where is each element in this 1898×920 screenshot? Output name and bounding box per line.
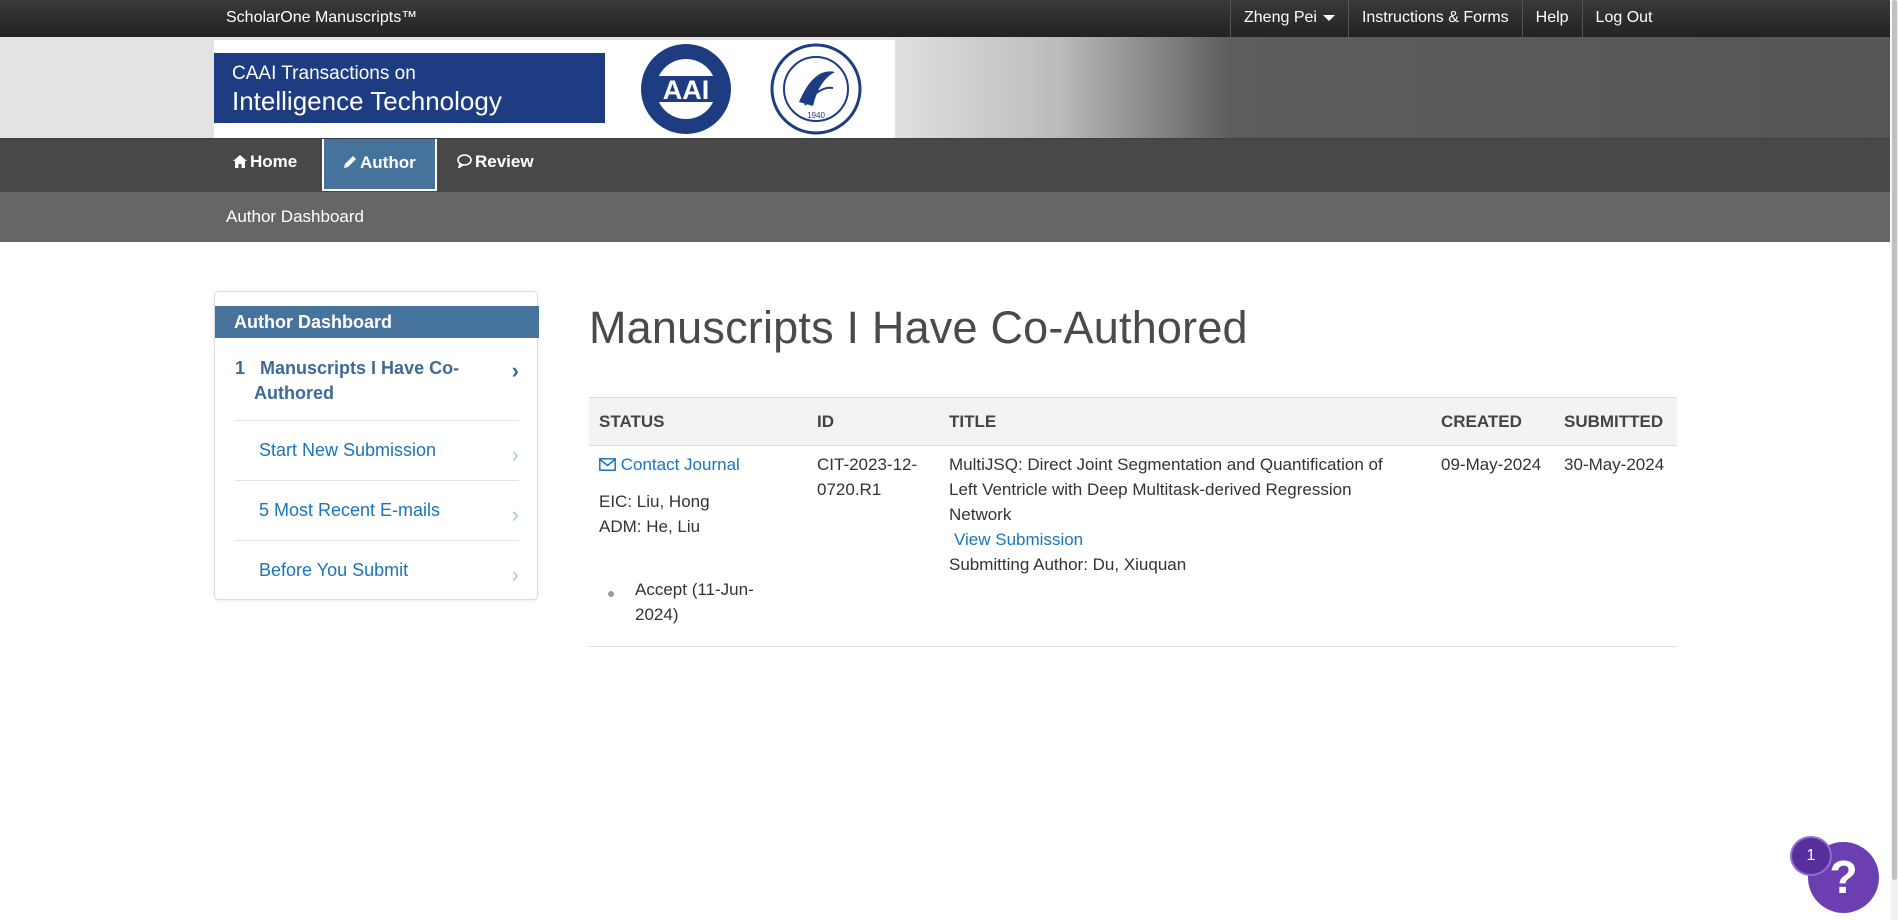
- sidebar-item-recent-emails[interactable]: 5 Most Recent E-mails ›: [235, 500, 519, 527]
- caai-logo-icon: AAI: [641, 44, 731, 134]
- column-header-title: TITLE: [949, 412, 997, 431]
- decision-status: Accept (11-Jun- 2024): [635, 577, 754, 627]
- eic-name: EIC: Liu, Hong: [599, 492, 710, 511]
- tab-home-label: Home: [250, 152, 298, 171]
- envelope-icon: [599, 458, 616, 471]
- seal-year: 1940: [807, 111, 825, 120]
- status-bullet: [608, 591, 614, 597]
- journal-title-line1: CAAI Transactions on: [232, 63, 416, 84]
- journal-banner: CAAI Transactions on Intelligence Techno…: [0, 37, 1890, 139]
- created-date: 09-May-2024: [1441, 455, 1542, 474]
- sidebar-divider: [235, 420, 519, 421]
- status-cell: Contact Journal EIC: Liu, Hong ADM: He, …: [599, 452, 740, 539]
- decision-status-line: Accept (11-Jun-: [635, 580, 754, 599]
- user-name: Zheng Pei: [1244, 9, 1317, 26]
- table-row-divider: [589, 646, 1677, 647]
- home-icon: [233, 155, 247, 168]
- chevron-right-icon: ›: [511, 502, 519, 527]
- sidebar-item-before-you-submit[interactable]: Before You Submit ›: [235, 560, 519, 587]
- help-link[interactable]: Help: [1521, 0, 1582, 37]
- sidebar-item-count: 1: [235, 358, 246, 378]
- submitting-author: Submitting Author: Du, Xiuquan: [949, 555, 1187, 574]
- sidebar: Author Dashboard 1 Manuscripts I Have Co…: [214, 291, 539, 600]
- sidebar-item-label-cont: Authored: [254, 383, 334, 403]
- top-bar: ScholarOne Manuscripts™ Zheng Pei Instru…: [0, 0, 1890, 37]
- journal-title-block: CAAI Transactions on Intelligence Techno…: [214, 53, 605, 123]
- breadcrumb-author-dashboard[interactable]: Author Dashboard: [226, 207, 364, 227]
- logout-link[interactable]: Log Out: [1581, 0, 1666, 37]
- sidebar-divider: [235, 540, 519, 541]
- university-seal-icon: 1940: [770, 43, 862, 135]
- sidebar-item-label: Manuscripts I Have Co-: [260, 358, 460, 378]
- adm-name: ADM: He, Liu: [599, 517, 701, 536]
- column-header-submitted: SUBMITTED: [1564, 412, 1664, 431]
- contact-journal-label: Contact Journal: [620, 455, 740, 474]
- journal-title-line2: Intelligence Technology: [232, 86, 502, 116]
- manuscript-title-line: MultiJSQ: Direct Joint Segmentation and …: [949, 455, 1383, 474]
- aai-logo-text: AAI: [663, 75, 710, 105]
- chevron-right-icon: ›: [511, 562, 519, 587]
- comment-icon: [457, 154, 472, 170]
- contact-journal-link[interactable]: Contact Journal: [599, 452, 740, 477]
- sub-nav: Author Dashboard: [0, 192, 1890, 242]
- sidebar-item-manuscripts-co-authored[interactable]: 1 Manuscripts I Have Co- Authored ›: [235, 356, 519, 406]
- tab-review[interactable]: Review: [438, 139, 553, 191]
- sidebar-divider: [235, 480, 519, 481]
- tab-author-label: Author: [360, 153, 416, 172]
- manuscript-title-line: Network: [949, 505, 1012, 524]
- manuscript-title-line: Left Ventricle with Deep Multitask-deriv…: [949, 480, 1352, 499]
- table-header: STATUS ID TITLE CREATED SUBMITTED: [589, 397, 1677, 446]
- column-header-id: ID: [817, 412, 834, 431]
- sidebar-item-label: Before You Submit: [259, 560, 409, 580]
- page-scrollbar[interactable]: [1891, 0, 1898, 920]
- column-header-status: STATUS: [599, 412, 665, 431]
- caret-down-icon: [1322, 14, 1335, 21]
- manuscript-title-cell: MultiJSQ: Direct Joint Segmentation and …: [949, 452, 1383, 577]
- chevron-right-icon: ›: [511, 358, 519, 383]
- journal-logo[interactable]: CAAI Transactions on Intelligence Techno…: [214, 40, 895, 138]
- scrollbar-thumb[interactable]: [1892, 0, 1897, 880]
- sidebar-item-label: Start New Submission: [259, 440, 437, 460]
- tab-author[interactable]: Author: [322, 139, 437, 191]
- tab-review-label: Review: [475, 152, 534, 171]
- main-nav: Home Author Review: [0, 139, 1890, 192]
- user-menu-dropdown[interactable]: Zheng Pei: [1230, 0, 1348, 37]
- sidebar-title: Author Dashboard: [215, 306, 539, 338]
- sidebar-item-label: 5 Most Recent E-mails: [259, 500, 441, 520]
- instructions-forms-link[interactable]: Instructions & Forms: [1347, 0, 1522, 37]
- manuscript-id-line: 0720.R1: [817, 480, 882, 499]
- sidebar-item-start-new-submission[interactable]: Start New Submission ›: [235, 440, 519, 467]
- manuscript-id-line: CIT-2023-12-: [817, 455, 918, 474]
- submitted-date: 30-May-2024: [1564, 455, 1665, 474]
- tab-home[interactable]: Home: [214, 139, 316, 191]
- decision-status-line: 2024): [635, 605, 679, 624]
- view-submission-link[interactable]: View Submission: [949, 527, 1383, 552]
- column-header-created: CREATED: [1441, 412, 1522, 431]
- manuscript-id: CIT-2023-12- 0720.R1: [817, 452, 917, 502]
- page-title: Manuscripts I Have Co-Authored: [589, 302, 1248, 353]
- help-notification-badge[interactable]: 1: [1790, 836, 1832, 876]
- chevron-right-icon: ›: [511, 442, 519, 467]
- top-nav: Zheng Pei Instructions & Forms Help Log …: [1230, 0, 1665, 37]
- pencil-icon: [344, 156, 356, 168]
- brand-name: ScholarOne Manuscripts™: [226, 9, 418, 26]
